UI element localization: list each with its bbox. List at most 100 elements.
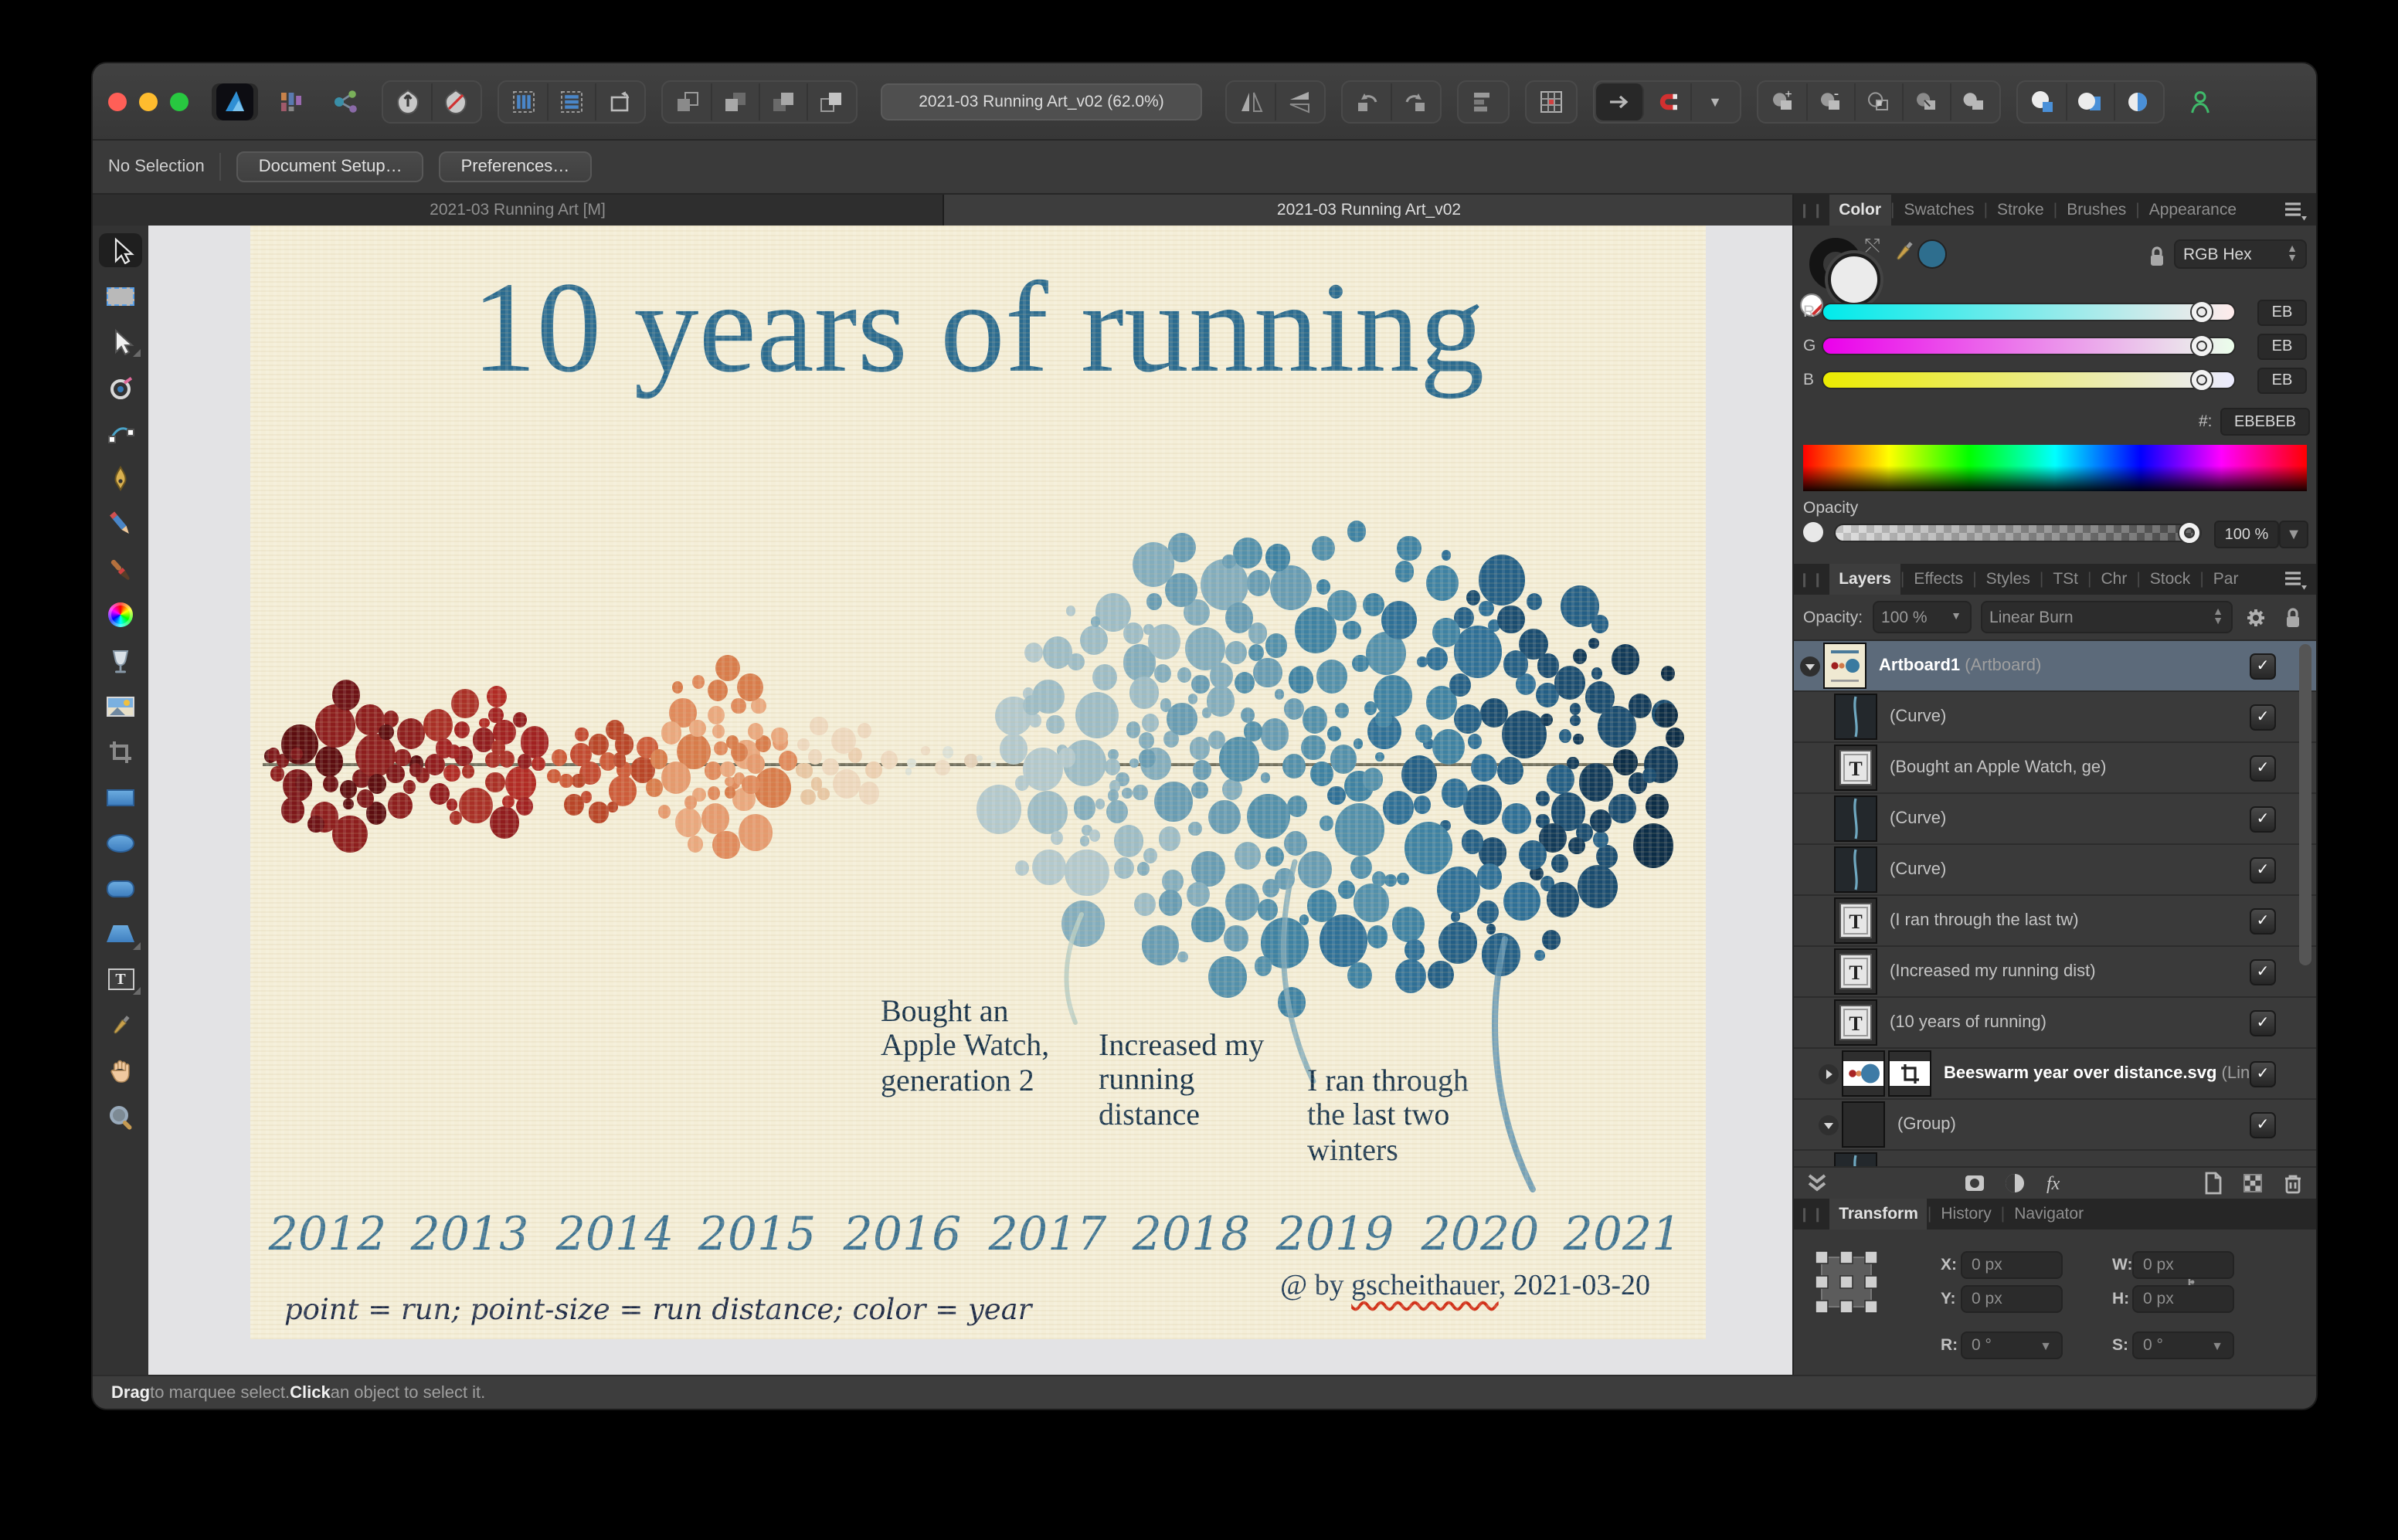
disclosure-right-icon[interactable]	[1819, 1063, 1839, 1084]
brush-tool[interactable]	[99, 552, 142, 586]
order-back-icon[interactable]	[664, 83, 712, 120]
document-tab-2[interactable]: 2021-03 Running Art_v02	[944, 195, 1795, 226]
disclosure-down-icon[interactable]	[1800, 656, 1820, 676]
panel-menu-icon[interactable]	[2281, 565, 2316, 593]
align-icon[interactable]	[1460, 83, 1506, 120]
artboard-columns-icon[interactable]	[501, 83, 549, 120]
transform-field-Y[interactable]: 0 px	[1961, 1285, 2063, 1313]
layer-visibility-checkbox[interactable]: ✓	[2250, 907, 2276, 934]
layer-visibility-checkbox[interactable]: ✓	[2250, 806, 2276, 832]
warp-slash-icon[interactable]	[433, 83, 479, 120]
order-forward-icon[interactable]	[760, 83, 808, 120]
layers-scrollbar[interactable]	[2299, 644, 2311, 965]
layer-thumbnail[interactable]	[1842, 1101, 1885, 1148]
new-layer-icon[interactable]	[2199, 1169, 2226, 1197]
layer-thumbnail[interactable]	[1834, 795, 1877, 842]
bool-subtract-icon[interactable]: -	[1808, 83, 1856, 120]
preferences-button[interactable]: Preferences…	[440, 151, 592, 182]
layer-visibility-checkbox[interactable]: ✓	[2250, 1111, 2276, 1138]
artboard-canvas[interactable]: 10 years of running Bought anApple Watch…	[250, 226, 1706, 1339]
transparent-layer-icon[interactable]	[2239, 1169, 2267, 1197]
layer-thumbnail[interactable]: T	[1834, 999, 1877, 1046]
opacity-knob-chip[interactable]	[1803, 522, 1823, 542]
opacity-value-field[interactable]: 100 %	[2214, 521, 2279, 548]
trapezoid-tool[interactable]	[99, 917, 142, 951]
layer-visibility-checkbox[interactable]: ✓	[2250, 958, 2276, 985]
bool-divide-icon[interactable]	[1904, 83, 1951, 120]
panel-drag-handle[interactable]: ❙❙	[1794, 202, 1829, 219]
disclosure-down-icon[interactable]	[1819, 1114, 1839, 1135]
layer-row-11[interactable]	[1794, 1151, 2316, 1166]
rotate-cw-icon[interactable]	[1392, 83, 1438, 120]
layer-row-7[interactable]: T(Increased my running dist)✓	[1794, 947, 2316, 998]
tab-styles[interactable]: Styles	[1977, 564, 2040, 595]
pencil-tool[interactable]	[99, 507, 142, 541]
document-tab-1[interactable]: 2021-03 Running Art [M]	[93, 195, 944, 226]
opacity-slider[interactable]	[1834, 524, 2202, 542]
eyedropper-icon[interactable]	[1890, 238, 1917, 266]
layer-thumbnail[interactable]	[1834, 1152, 1877, 1166]
layer-row-8[interactable]: T(10 years of running)✓	[1794, 998, 2316, 1049]
canvas-pasteboard[interactable]: 10 years of running Bought anApple Watch…	[148, 226, 1795, 1375]
grid-red-icon[interactable]	[1528, 83, 1574, 120]
artboard-rows-icon[interactable]	[549, 83, 596, 120]
warp-arrow-icon[interactable]	[385, 83, 433, 120]
transform-field-H[interactable]: 0 px	[2132, 1285, 2234, 1313]
flip-horizontal-icon[interactable]	[1228, 83, 1276, 120]
tab-history[interactable]: History	[1931, 1199, 2000, 1230]
frame-text-tool[interactable]: T	[99, 962, 142, 996]
layer-visibility-checkbox[interactable]: ✓	[2250, 755, 2276, 781]
tab-stroke[interactable]: Stroke	[1988, 195, 2053, 226]
layer-thumbnail[interactable]	[1823, 643, 1866, 689]
slider-track-R[interactable]	[1822, 303, 2236, 321]
slider-knob-B[interactable]	[2191, 370, 2211, 390]
zoom-tool[interactable]	[99, 1099, 142, 1133]
tab-chr[interactable]: Chr	[2091, 564, 2136, 595]
rotate-ccw-icon[interactable]	[1344, 83, 1392, 120]
affinity-designer-icon[interactable]	[212, 83, 258, 120]
slider-value-R[interactable]: EB	[2257, 299, 2307, 325]
document-setup-button[interactable]: Document Setup…	[237, 151, 424, 182]
hex-value-field[interactable]: EBEBEB	[2220, 408, 2310, 436]
order-backward-icon[interactable]	[712, 83, 760, 120]
layer-thumbnail[interactable]	[1834, 694, 1877, 740]
transform-select-R[interactable]: 0 °▼	[1961, 1331, 2063, 1359]
style-fill-icon[interactable]	[2019, 83, 2067, 120]
tab-stock[interactable]: Stock	[2141, 564, 2200, 595]
layer-row-4[interactable]: (Curve)✓	[1794, 794, 2316, 845]
tab-effects[interactable]: Effects	[1904, 564, 1972, 595]
tab-layers[interactable]: Layers	[1829, 564, 1900, 595]
transform-field-X[interactable]: 0 px	[1961, 1251, 2063, 1279]
recent-color-chip[interactable]	[1917, 239, 1947, 269]
transform-select-S[interactable]: 0 °▼	[2132, 1331, 2234, 1359]
bool-intersect-icon[interactable]	[1856, 83, 1904, 120]
transparency-tool[interactable]	[99, 643, 142, 677]
flip-vertical-icon[interactable]	[1276, 83, 1323, 120]
panel-menu-icon[interactable]	[2281, 196, 2316, 224]
opacity-slider-knob[interactable]	[2179, 523, 2199, 543]
slider-track-G[interactable]	[1822, 337, 2236, 355]
layer-row-10[interactable]: (Group)✓	[1794, 1100, 2316, 1151]
insert-inside-icon[interactable]	[1596, 83, 1644, 120]
layer-thumbnail[interactable]: T	[1834, 897, 1877, 944]
ellipse-tool[interactable]	[99, 826, 142, 860]
bool-combine-icon[interactable]	[1951, 83, 1998, 120]
anchor-point-selector[interactable]	[1812, 1248, 1880, 1316]
delete-layer-icon[interactable]	[2279, 1169, 2307, 1197]
minimize-button[interactable]	[139, 92, 158, 110]
layer-effects-icon[interactable]: fx	[2041, 1169, 2069, 1197]
caret-icon[interactable]: ▼	[1692, 83, 1738, 120]
node-select-tool[interactable]	[99, 324, 142, 358]
opacity-dropdown-arrow[interactable]: ▼	[2279, 521, 2308, 548]
layer-row-5[interactable]: (Curve)✓	[1794, 845, 2316, 896]
color-picker-tool[interactable]	[99, 1008, 142, 1042]
fullscreen-button[interactable]	[170, 92, 189, 110]
slider-knob-G[interactable]	[2191, 336, 2211, 356]
layer-crop-thumbnail[interactable]	[1888, 1050, 1931, 1097]
style-stroke-icon[interactable]	[2067, 83, 2115, 120]
color-spectrum-bar[interactable]	[1803, 445, 2307, 491]
slider-value-G[interactable]: EB	[2257, 333, 2307, 359]
fill-gradient-tool[interactable]	[99, 598, 142, 632]
artboard-rotate-icon[interactable]	[596, 83, 643, 120]
panel-drag-handle[interactable]: ❙❙	[1794, 571, 1829, 588]
